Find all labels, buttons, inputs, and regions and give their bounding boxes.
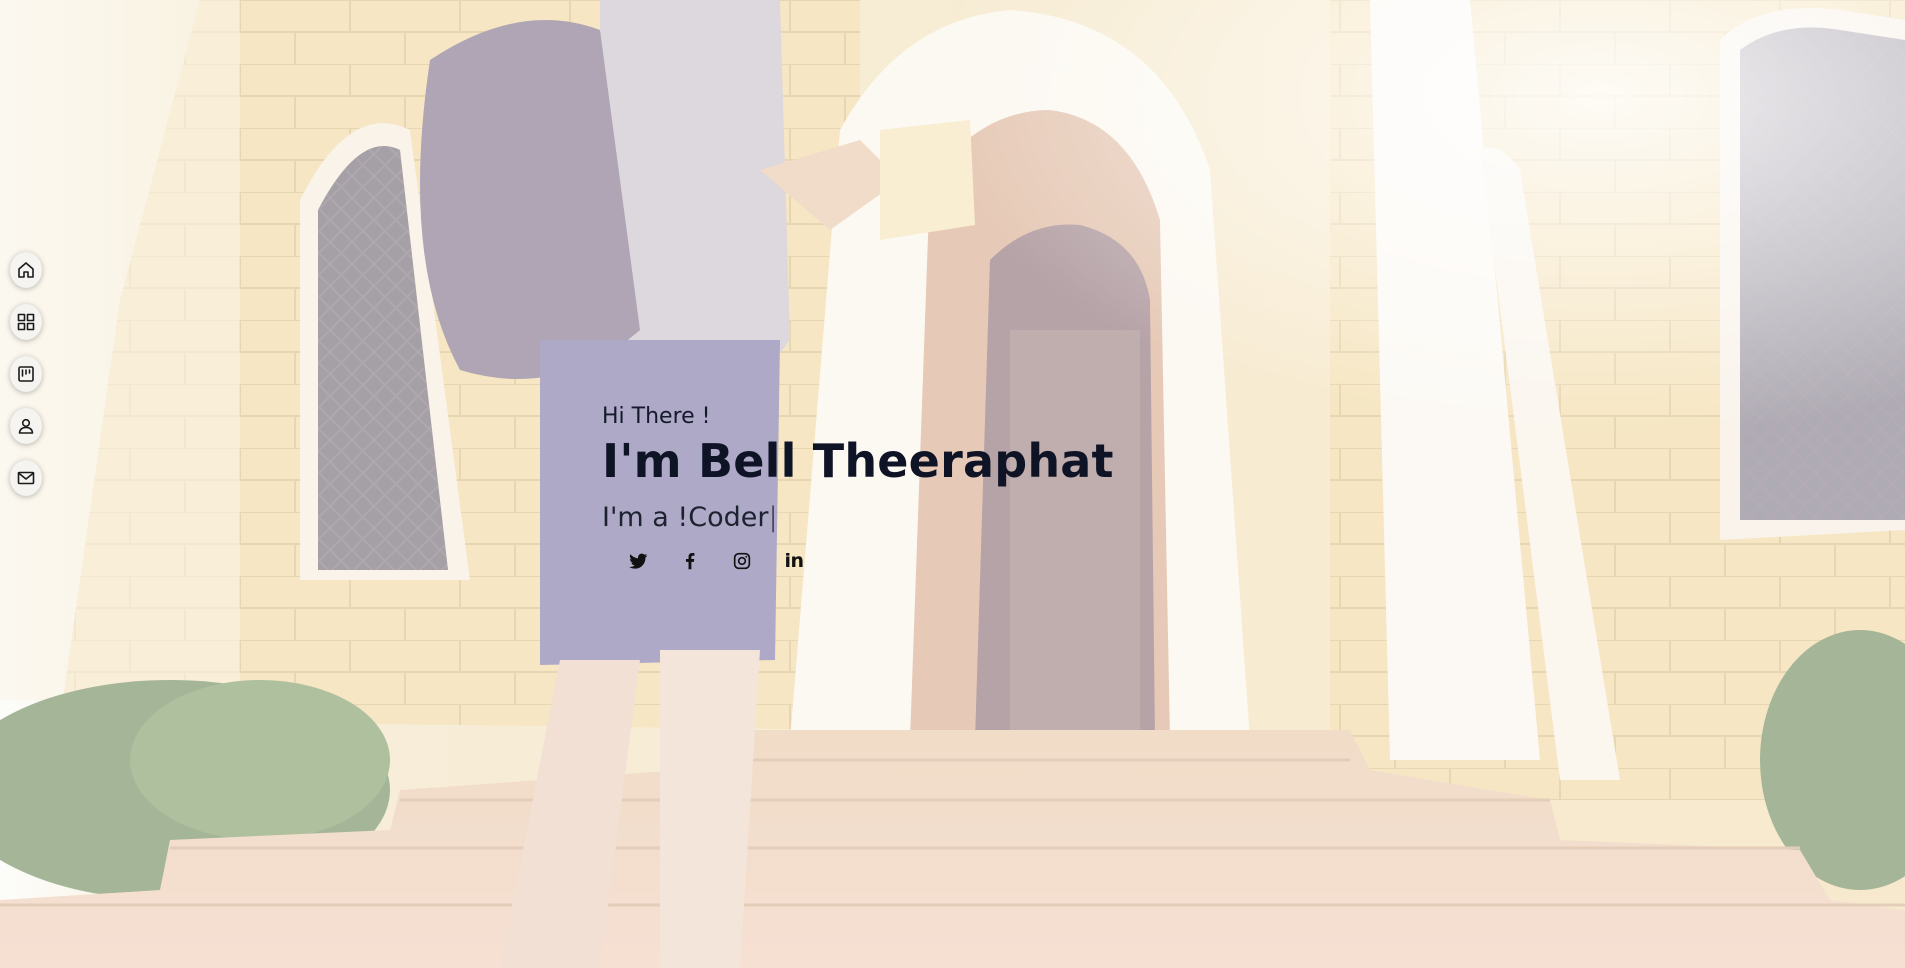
home-icon [18,262,34,278]
hero-section: Hi There ! I'm Bell Theeraphat I'm a !Co… [602,403,1114,573]
nav-portfolio-button[interactable] [10,304,42,340]
mail-icon [17,471,35,485]
nav-contact-button[interactable] [10,460,42,496]
facebook-icon [685,553,695,570]
hero-role: I'm a !Coder| [602,501,1114,535]
twitter-icon [629,553,648,569]
hero-role-prefix: I'm a [602,502,678,533]
social-links: in [626,549,1114,573]
grid-icon [17,313,35,331]
linkedin-link[interactable]: in [782,549,806,573]
hero-greeting: Hi There ! [602,404,711,429]
side-nav [10,252,42,496]
nav-about-button[interactable] [10,408,42,444]
typing-cursor: | [768,502,778,533]
user-icon [18,418,34,434]
kanban-icon [18,366,34,382]
hero-name: I'm Bell Theeraphat [602,434,1114,488]
facebook-link[interactable] [678,549,702,573]
nav-resume-button[interactable] [10,356,42,392]
typed-role-text: !Coder [677,502,769,533]
linkedin-icon: in [784,550,804,572]
instagram-icon [733,552,751,570]
instagram-link[interactable] [730,549,754,573]
twitter-link[interactable] [626,549,650,573]
nav-home-button[interactable] [10,252,42,288]
